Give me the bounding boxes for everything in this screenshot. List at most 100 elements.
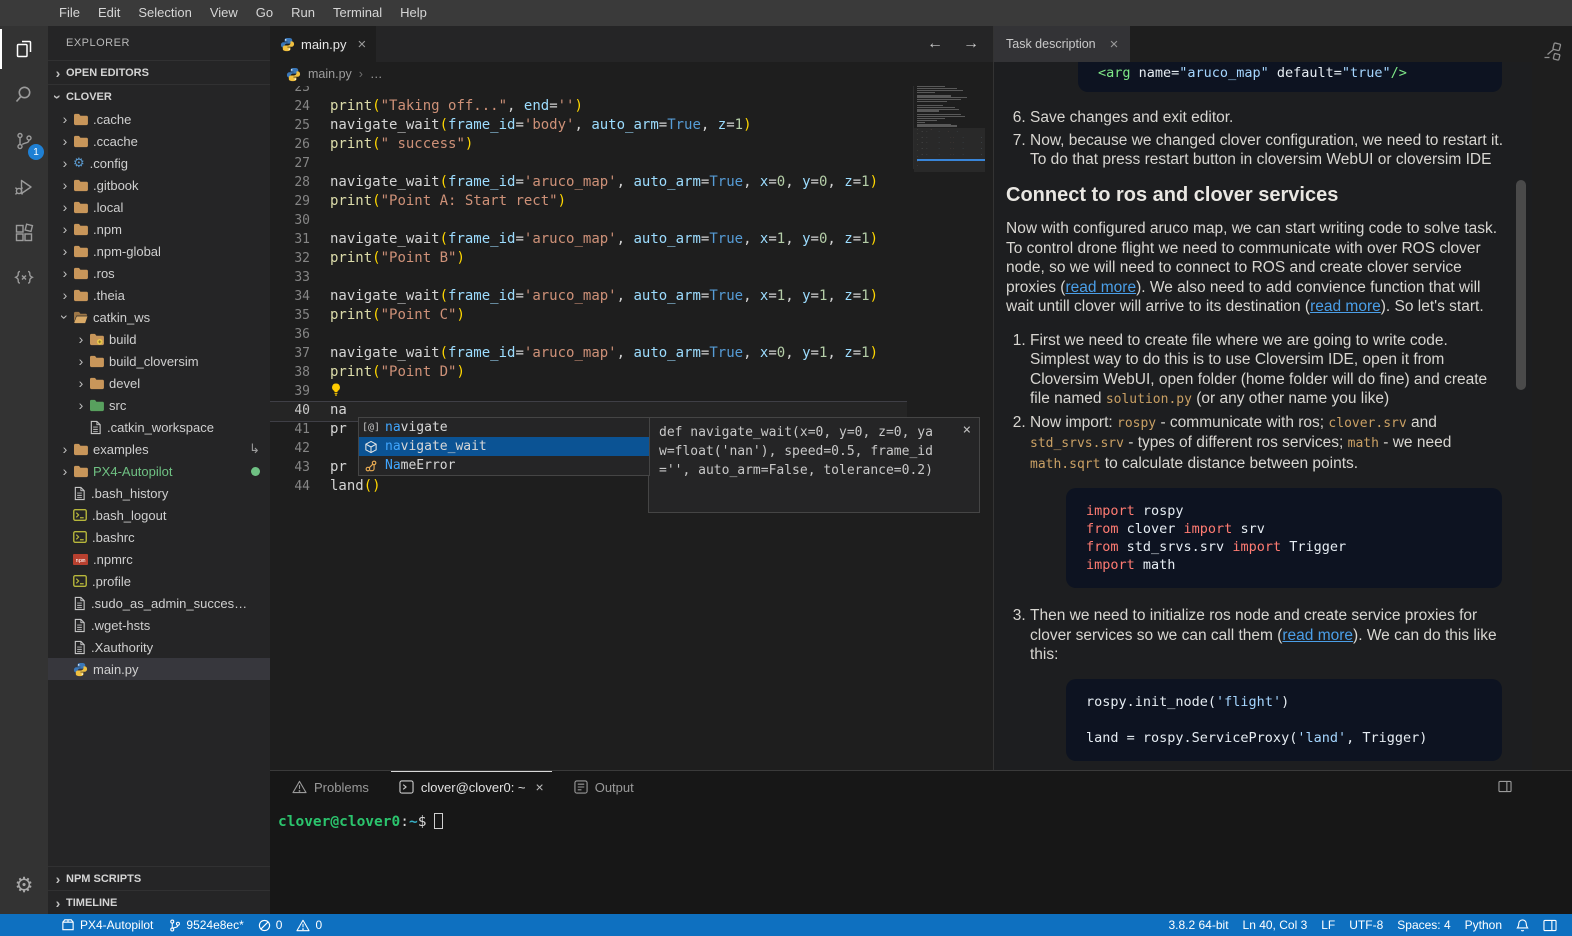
code-line[interactable]: 37navigate_wait(frame_id='aruco_map', au… (270, 344, 993, 363)
chevron-right-icon[interactable]: › (57, 243, 73, 259)
tree-item-bashrc[interactable]: ›.bashrc (48, 526, 270, 548)
back-arrow-icon[interactable]: ← (927, 35, 943, 53)
code-line[interactable]: 29print("Point A: Start rect") (270, 192, 993, 211)
close-icon[interactable]: × (358, 36, 367, 53)
section-timeline[interactable]: ›TIMELINE (48, 890, 270, 914)
tree-item-ccache[interactable]: ›.ccache (48, 130, 270, 152)
lightbulb-icon[interactable] (330, 382, 342, 397)
activity-explorer[interactable] (0, 26, 48, 72)
tree-item-examples[interactable]: ›examples↳ (48, 438, 270, 460)
tree-item-theia[interactable]: ›.theia (48, 284, 270, 306)
chevron-right-icon[interactable]: › (57, 155, 73, 171)
tree-item-cache[interactable]: ›.cache (48, 108, 270, 130)
chevron-right-icon[interactable]: › (73, 353, 89, 369)
chevron-right-icon[interactable]: › (57, 441, 73, 457)
breadcrumb-tail[interactable]: … (370, 67, 383, 81)
panel-tab-output[interactable]: Output (566, 771, 642, 803)
menu-selection[interactable]: Selection (129, 0, 200, 26)
panel-tab-clover-clover0[interactable]: clover@clover0: ~× (391, 771, 552, 803)
activity-source-control[interactable]: 1 (0, 118, 48, 164)
status-errors[interactable]: 0 (251, 918, 290, 932)
status-project[interactable]: PX4-Autopilot (54, 918, 160, 932)
activity-extensions[interactable] (0, 210, 48, 256)
status-indentation[interactable]: Spaces: 4 (1390, 918, 1457, 932)
code-line[interactable]: 25navigate_wait(frame_id='body', auto_ar… (270, 116, 993, 135)
section-npm-scripts[interactable]: ›NPM SCRIPTS (48, 866, 270, 890)
tree-item-devel[interactable]: ›devel (48, 372, 270, 394)
code-line[interactable]: 38print("Point D") (270, 363, 993, 382)
chevron-right-icon[interactable]: › (57, 221, 73, 237)
tree-item-build-cloversim[interactable]: ›build_cloversim (48, 350, 270, 372)
code-line[interactable]: 36 (270, 325, 993, 344)
suggestion-nameerror[interactable]: NameError (359, 456, 649, 475)
forward-arrow-icon[interactable]: → (963, 35, 979, 53)
chevron-right-icon[interactable]: › (57, 133, 73, 149)
chevron-right-icon[interactable]: › (57, 111, 73, 127)
tab-main-py[interactable]: main.py × (270, 26, 376, 62)
menu-view[interactable]: View (201, 0, 247, 26)
chevron-right-icon[interactable]: › (73, 375, 89, 391)
tree-item-ros[interactable]: ›.ros (48, 262, 270, 284)
tree-item-main-py[interactable]: ›main.py (48, 658, 270, 680)
code-line[interactable]: 33 (270, 268, 993, 287)
code-line[interactable]: 27 (270, 154, 993, 173)
activity-debug[interactable] (0, 164, 48, 210)
tree-item-profile[interactable]: ›.profile (48, 570, 270, 592)
chevron-right-icon[interactable]: › (73, 397, 89, 413)
chevron-right-icon[interactable]: › (57, 177, 73, 193)
status-language-mode[interactable]: Python (1458, 918, 1509, 932)
tree-item-bash-logout[interactable]: ›.bash_logout (48, 504, 270, 526)
activity-test[interactable] (0, 256, 48, 302)
minimap[interactable]: print("Taking off...", end='')navigate_w… (913, 86, 985, 169)
tree-item-local[interactable]: ›.local (48, 196, 270, 218)
close-icon[interactable]: × (963, 421, 971, 440)
tree-item-src[interactable]: ›src (48, 394, 270, 416)
toggle-panel-icon[interactable] (1498, 780, 1512, 793)
status-warnings[interactable]: 0 (289, 918, 329, 932)
breadcrumb-file[interactable]: main.py (308, 67, 352, 81)
status-notifications[interactable] (1509, 918, 1536, 932)
read-more-link[interactable]: read more (1310, 298, 1381, 315)
panel-tab-problems[interactable]: Problems (284, 771, 377, 803)
close-icon[interactable]: × (536, 779, 544, 795)
activity-search[interactable] (0, 72, 48, 118)
chevron-right-icon[interactable]: › (57, 463, 73, 479)
tree-item-build[interactable]: ›build (48, 328, 270, 350)
code-line[interactable]: 32print("Point B") (270, 249, 993, 268)
tree-item-npmrc[interactable]: ›npm.npmrc (48, 548, 270, 570)
code-line[interactable]: 23 (270, 86, 993, 97)
chevron-down-icon[interactable]: › (57, 309, 73, 325)
code-line[interactable]: 39 (270, 382, 993, 401)
code-line[interactable]: 35print("Point C") (270, 306, 993, 325)
status-eol[interactable]: LF (1314, 918, 1342, 932)
menu-help[interactable]: Help (391, 0, 436, 26)
code-line[interactable]: 30 (270, 211, 993, 230)
tree-item-xauthority[interactable]: ›.Xauthority (48, 636, 270, 658)
tree-item-catkin-ws[interactable]: ›catkin_ws (48, 306, 270, 328)
chevron-right-icon[interactable]: › (57, 265, 73, 281)
tree-item-gitbook[interactable]: ›.gitbook (48, 174, 270, 196)
open-editors-section[interactable]: › OPEN EDITORS (48, 60, 270, 84)
workspace-root-section[interactable]: › CLOVER (48, 84, 270, 108)
status-git-branch[interactable]: 9524e8ec* (160, 918, 250, 933)
chevron-right-icon[interactable]: › (57, 287, 73, 303)
suggestion-navigate[interactable]: [@]navigate (359, 418, 649, 437)
close-icon[interactable]: × (1110, 36, 1119, 53)
menu-run[interactable]: Run (282, 0, 324, 26)
tree-item-npm-global[interactable]: ›.npm-global (48, 240, 270, 262)
minimap-slider[interactable] (914, 128, 985, 172)
read-more-link[interactable]: read more (1065, 279, 1136, 296)
code-line[interactable]: 26print(" success") (270, 135, 993, 154)
suggestion-navigate-wait[interactable]: navigate_wait (359, 437, 649, 456)
menu-terminal[interactable]: Terminal (324, 0, 391, 26)
code-line[interactable]: 28navigate_wait(frame_id='aruco_map', au… (270, 173, 993, 192)
tree-item-sudo-as-admin-succes[interactable]: ›.sudo_as_admin_succes… (48, 592, 270, 614)
task-panel-scrollbar[interactable] (1516, 180, 1526, 390)
rightbar-plugin[interactable] (1540, 40, 1564, 770)
tree-item-wget-hsts[interactable]: ›.wget-hsts (48, 614, 270, 636)
terminal[interactable]: clover@clover0:~$ (270, 803, 1572, 830)
tree-item-config[interactable]: ›⚙.config (48, 152, 270, 174)
status-encoding[interactable]: UTF-8 (1342, 918, 1390, 932)
code-line[interactable]: 24print("Taking off...", end='') (270, 97, 993, 116)
menu-edit[interactable]: Edit (89, 0, 129, 26)
